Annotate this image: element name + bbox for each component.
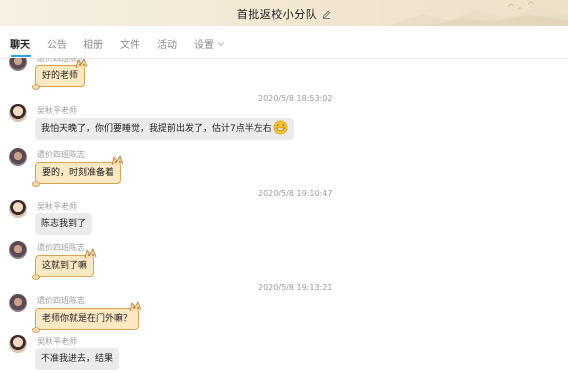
sender-name: 遗价四班陈志 <box>37 243 85 252</box>
tab-settings[interactable]: 设置 <box>194 36 224 51</box>
tab-activities[interactable]: 活动 <box>157 36 177 51</box>
message-text: 好的老师 <box>42 71 79 81</box>
cat-decoration-icon <box>129 301 142 312</box>
sender-name: 吴秋平老师 <box>37 106 77 115</box>
chevron-down-icon <box>218 42 224 46</box>
grin-emoji-icon <box>273 120 288 135</box>
tab-bar: 聊天 公告 相册 文件 活动 设置 <box>0 26 568 59</box>
avatar[interactable] <box>9 58 27 71</box>
active-tab-indicator <box>11 55 31 57</box>
avatar[interactable] <box>9 200 27 218</box>
edit-icon[interactable] <box>322 10 331 19</box>
tab-chat[interactable]: 聊天 <box>10 36 30 51</box>
message-text: 我怕天晚了，你们要睡觉，我提前出发了，估计7点半左右 <box>41 124 272 134</box>
cat-decoration-icon <box>111 155 124 166</box>
sender-name: 遗价四班陈志 <box>37 296 85 305</box>
avatar[interactable] <box>9 294 27 312</box>
message-text: 不准我进去，结果 <box>41 354 114 364</box>
message-bubble[interactable]: 要的，时刻准备着 <box>32 155 124 187</box>
paw-icon <box>32 84 40 90</box>
sender-name: 遗价四班陈志 <box>37 150 85 159</box>
message-text: 老师你就是在门外嘛？ <box>42 314 133 324</box>
avatar[interactable] <box>9 148 27 166</box>
sender-name: 吴秋平老师 <box>37 337 77 346</box>
avatar[interactable] <box>9 241 27 259</box>
cat-decoration-icon <box>84 248 97 259</box>
avatar[interactable] <box>9 104 27 122</box>
paw-icon <box>32 274 40 280</box>
message-bubble[interactable]: 老师你就是在门外嘛？ <box>32 301 142 333</box>
message-text: 这就到了嘛 <box>42 261 88 271</box>
group-name: 首批返校小分队 <box>236 8 318 21</box>
message-bubble[interactable]: 陈志我到了 <box>35 213 93 235</box>
timestamp: 2020/5/8 19:10:47 <box>258 189 333 198</box>
paw-icon <box>32 327 40 333</box>
cat-decoration-icon <box>75 58 88 69</box>
message-text: 要的，时刻准备着 <box>42 168 115 178</box>
timestamp: 2020/5/8 18:53:02 <box>258 94 333 103</box>
message-bubble[interactable]: 好的老师 <box>32 58 88 90</box>
tab-announcements[interactable]: 公告 <box>47 36 67 51</box>
tab-settings-label: 设置 <box>194 40 214 51</box>
title-bar: 首批返校小分队 <box>0 0 568 26</box>
avatar[interactable] <box>9 335 27 353</box>
message-bubble[interactable]: 这就到了嘛 <box>32 248 97 280</box>
tab-files[interactable]: 文件 <box>120 36 140 51</box>
message-bubble[interactable]: 不准我进去，结果 <box>35 348 120 370</box>
message-bubble[interactable]: 我怕天晚了，你们要睡觉，我提前出发了，估计7点半左右 <box>35 118 294 140</box>
sender-name: 吴秋平老师 <box>37 202 77 211</box>
paw-icon <box>32 181 40 187</box>
timestamp: 2020/5/8 19:13:21 <box>258 283 333 292</box>
tab-album[interactable]: 相册 <box>83 36 103 51</box>
group-title[interactable]: 首批返校小分队 <box>0 6 568 22</box>
chat-messages[interactable]: 遗价四班陈志 好的老师 2020/5/8 18:53:02 吴秋平老师 我怕天晚… <box>0 58 568 373</box>
message-text: 陈志我到了 <box>41 219 87 229</box>
